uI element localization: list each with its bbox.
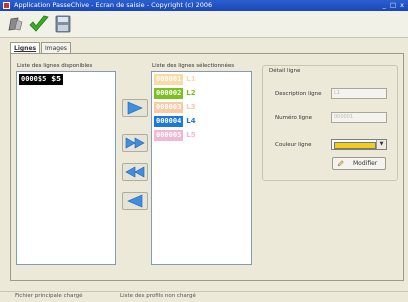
remove-selected-button[interactable] — [122, 192, 148, 210]
number-field[interactable]: 000001 — [331, 112, 387, 123]
edit-icon — [337, 160, 344, 171]
add-selected-button[interactable] — [122, 99, 148, 117]
available-list-item[interactable]: 0000$5 $5 — [19, 74, 64, 85]
app-icon — [3, 2, 10, 9]
line-name: $5 — [48, 74, 64, 85]
line-code: 000001 — [154, 74, 184, 85]
title-bar: Application PasseChive - Ecran de saisie… — [0, 0, 408, 11]
window-controls[interactable]: _ □ x — [383, 0, 405, 11]
window-title: Application PasseChive - Ecran de saisie… — [14, 1, 213, 9]
line-name: L2 — [186, 89, 196, 97]
description-label: Description ligne — [275, 91, 322, 97]
selected-list-item[interactable]: 000004 L4 — [154, 116, 196, 127]
add-all-button[interactable] — [122, 134, 148, 152]
status-left: Fichier principale chargé — [15, 293, 83, 299]
toolbar — [0, 11, 408, 38]
available-list-label: Liste des lignes disponibles — [17, 63, 93, 69]
line-code: 000004 — [154, 116, 184, 127]
validate-checkmark-icon[interactable] — [28, 14, 49, 34]
selected-list-item[interactable]: 000001 L1 — [154, 74, 196, 85]
number-label: Numéro ligne — [275, 115, 313, 121]
save-disk-icon[interactable] — [53, 14, 73, 34]
line-name: L5 — [186, 131, 196, 139]
line-name: L1 — [186, 75, 196, 83]
color-label: Couleur ligne — [275, 142, 312, 148]
selected-list-item[interactable]: 000005 L5 — [154, 130, 196, 141]
modify-button[interactable]: Modifier — [332, 157, 386, 170]
chevron-down-icon[interactable]: ▼ — [376, 140, 386, 149]
description-field[interactable]: L1 — [331, 88, 387, 99]
available-list[interactable]: 0000$5 $5 — [16, 71, 116, 265]
remove-all-button[interactable] — [122, 163, 148, 181]
line-code: 0000$5 — [19, 74, 49, 85]
open-icon[interactable] — [6, 14, 26, 34]
line-code: 000005 — [154, 130, 184, 141]
selected-list-item[interactable]: 000003 L3 — [154, 102, 196, 113]
line-code: 000002 — [154, 88, 184, 99]
status-right: Liste des profils non chargé — [120, 293, 196, 299]
color-swatch — [334, 142, 376, 149]
selected-list[interactable]: 000001 L1 000002 L2 000003 L3 000004 L4 0000… — [151, 71, 252, 265]
modify-button-label: Modifier — [353, 160, 378, 167]
line-code: 000003 — [154, 102, 184, 113]
selected-list-item[interactable]: 000002 L2 — [154, 88, 196, 99]
status-bar: Fichier principale chargé Liste des prof… — [0, 291, 408, 302]
detail-group-title: Détail ligne — [268, 68, 302, 74]
color-picker[interactable]: ▼ — [331, 139, 387, 150]
selected-list-label: Liste des lignes sélectionnées — [152, 63, 235, 69]
line-name: L4 — [186, 117, 196, 125]
line-name: L3 — [186, 103, 196, 111]
